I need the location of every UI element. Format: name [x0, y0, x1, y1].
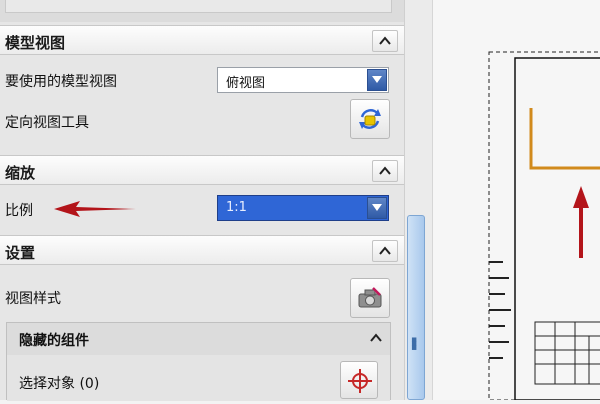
hidden-components-group: 隐藏的组件 选择对象 (0): [6, 322, 391, 401]
chevron-up-icon: [379, 166, 391, 175]
annotation-arrow-left-icon: [54, 201, 136, 217]
collapse-button[interactable]: [372, 240, 398, 262]
hidden-components-title: 隐藏的组件: [19, 333, 89, 349]
grip-icon: ▪ ▪ ▪: [411, 335, 418, 353]
select-object-label: 选择对象 (0): [19, 376, 100, 392]
chevron-down-icon: [372, 204, 382, 211]
drawing-canvas[interactable]: [432, 0, 600, 401]
chevron-up-icon: [379, 246, 391, 255]
section-header-settings[interactable]: 设置: [0, 235, 404, 265]
chevron-up-icon[interactable]: [370, 333, 382, 343]
hidden-components-header[interactable]: 隐藏的组件: [7, 323, 390, 355]
border-zone-marks: [489, 261, 511, 359]
annotation-arrow-up-icon: [573, 186, 589, 258]
title-block: [534, 321, 600, 385]
model-view-value: 俯视图: [226, 76, 266, 91]
select-object-button[interactable]: [340, 361, 378, 399]
section-header-scale[interactable]: 缩放: [0, 155, 404, 185]
dialog-panel: 模型视图 要使用的模型视图 俯视图 定向视图工具 缩放 比例 1:1 设置 视图…: [0, 0, 404, 401]
scale-value: 1:1: [226, 200, 247, 215]
view-style-icon: [358, 287, 382, 308]
dropdown-arrow[interactable]: [367, 197, 387, 219]
section-title: 缩放: [5, 164, 36, 182]
collapse-button[interactable]: [372, 160, 398, 182]
view-frame: [514, 57, 600, 401]
chevron-down-icon: [372, 76, 382, 83]
section-header-model-view[interactable]: 模型视图: [0, 25, 404, 55]
orient-view-tool-button[interactable]: [350, 99, 390, 139]
view-style-button[interactable]: [350, 278, 390, 318]
drawing-sheet: [488, 51, 600, 401]
crosshair-icon: [348, 369, 372, 393]
model-view-select[interactable]: 俯视图: [217, 67, 389, 93]
section-title: 设置: [5, 244, 36, 262]
view-boundary: [529, 108, 600, 170]
scale-select[interactable]: 1:1: [217, 195, 389, 221]
sheet-border: [488, 51, 600, 401]
previous-group-frame: [5, 0, 392, 13]
section-title: 模型视图: [5, 34, 66, 52]
scrollbar-thumb[interactable]: ▪ ▪ ▪: [407, 215, 425, 400]
collapse-button[interactable]: [372, 30, 398, 52]
chevron-up-icon: [379, 36, 391, 45]
view-style-label: 视图样式: [5, 291, 61, 307]
scale-label: 比例: [5, 203, 33, 219]
dropdown-arrow[interactable]: [367, 69, 387, 91]
rotate-view-icon: [359, 109, 381, 129]
previous-group-bottom: [0, 0, 404, 22]
model-view-label: 要使用的模型视图: [5, 74, 117, 90]
hidden-components-body: 选择对象 (0): [7, 355, 390, 401]
orient-view-tool-label: 定向视图工具: [5, 115, 89, 131]
